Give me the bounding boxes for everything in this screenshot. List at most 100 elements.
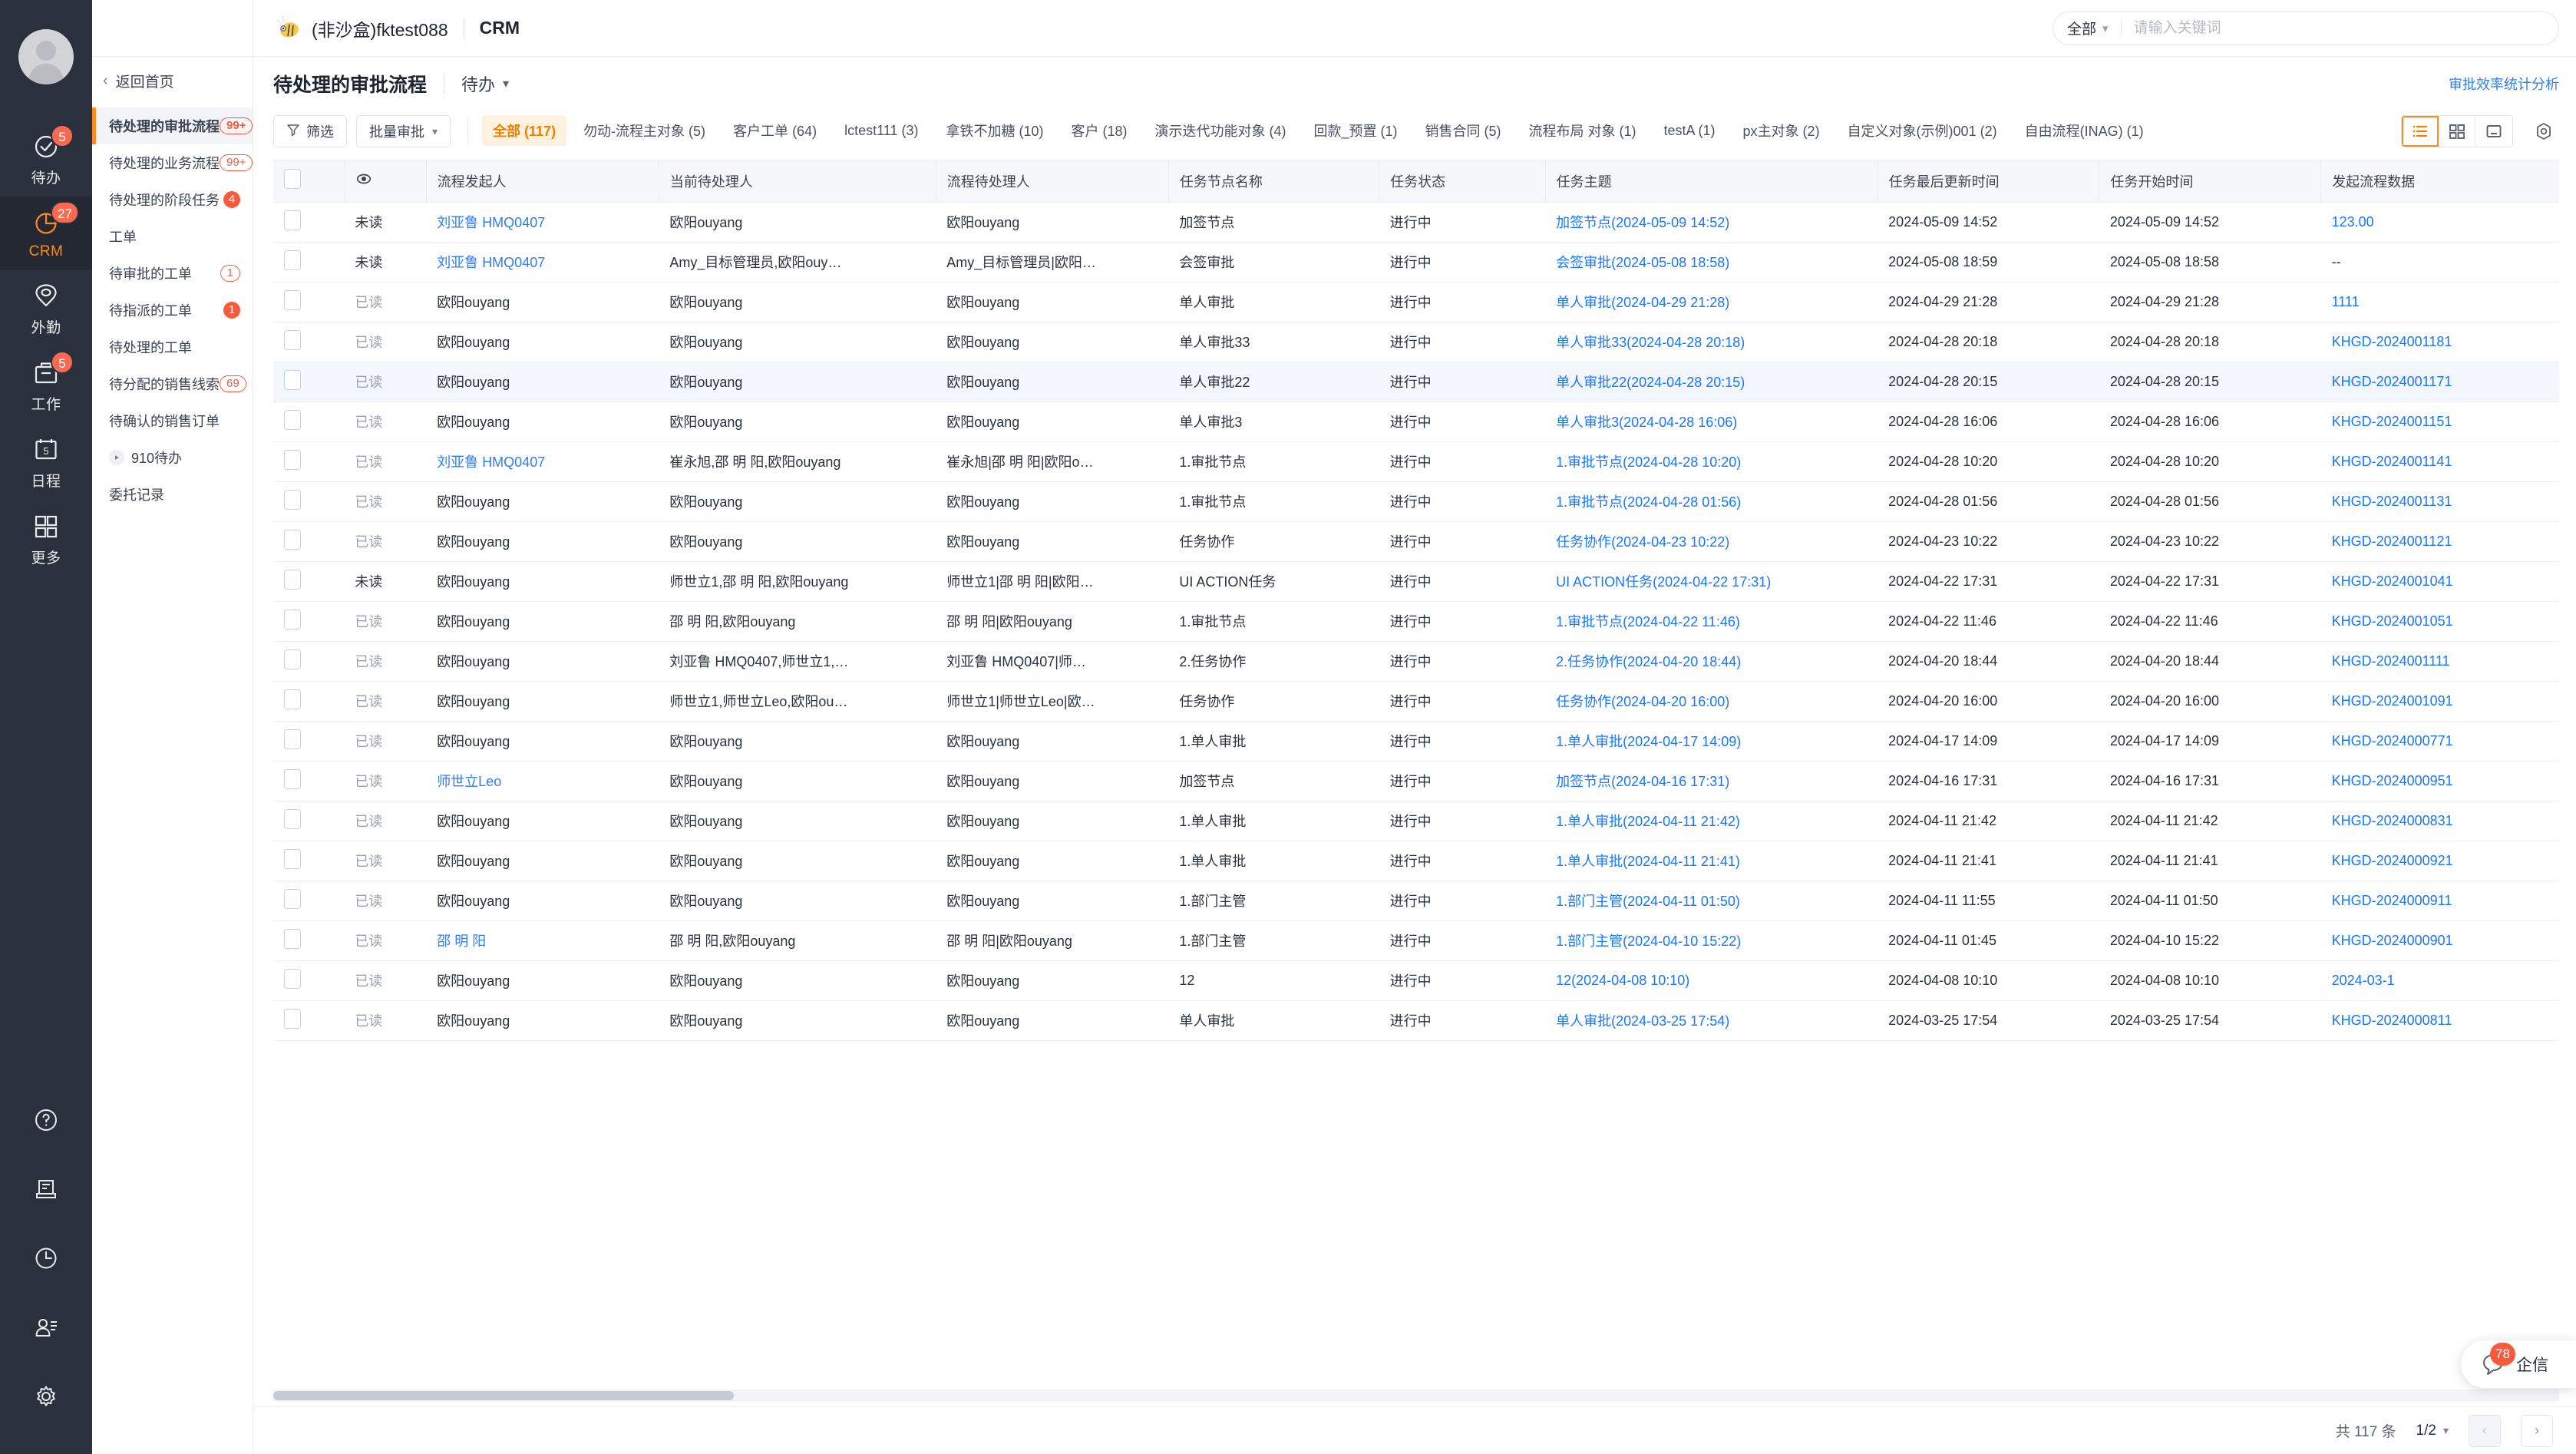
approval-efficiency-link[interactable]: 审批效率统计分析 xyxy=(2449,74,2559,94)
chip-3[interactable]: lctest111 (3) xyxy=(834,115,929,146)
table-row[interactable]: 已读 欧阳ouyang 欧阳ouyang 欧阳ouyang 单人审批3 进行中 单人审批3(… xyxy=(273,402,2559,442)
row-checkbox[interactable] xyxy=(284,729,301,749)
chip-8[interactable]: 销售合同 (5) xyxy=(1415,115,1512,146)
sidebar-item-orders-to-confirm[interactable]: 待确认的销售订单 xyxy=(92,402,253,439)
flow-data-link[interactable]: KHGD-2024001181 xyxy=(2332,334,2452,349)
flow-data-link[interactable]: KHGD-2024000901 xyxy=(2332,933,2453,948)
flow-data-link[interactable]: 2024-03-1 xyxy=(2332,973,2395,988)
task-subject-link[interactable]: 单人审批22(2024-04-28 20:15) xyxy=(1556,375,1745,390)
chip-13[interactable]: 自由流程(INAG) (1) xyxy=(2014,115,2155,146)
flow-data-link[interactable]: KHGD-2024000771 xyxy=(2332,733,2453,748)
initiator-link[interactable]: 刘亚鲁 HMQ0407 xyxy=(437,255,545,270)
task-subject-link[interactable]: 会签审批(2024-05-08 18:58) xyxy=(1556,255,1729,270)
row-checkbox[interactable] xyxy=(284,928,301,949)
flow-data-link[interactable]: KHGD-2024001131 xyxy=(2332,494,2452,509)
table-row[interactable]: 已读 欧阳ouyang 欧阳ouyang 欧阳ouyang 1.审批节点 进行中 1.审批节… xyxy=(273,481,2559,522)
table-row[interactable]: 已读 刘亚鲁 HMQ0407 崔永旭,邵 明 阳,欧阳ouyang 崔永旭|邵 明 阳… xyxy=(273,441,2559,482)
row-checkbox[interactable] xyxy=(284,609,301,630)
sidebar-item-pending-business-flow[interactable]: 待处理的业务流程 99+ xyxy=(92,144,253,181)
sidebar-item-leads-to-assign[interactable]: 待分配的销售线索 69 xyxy=(92,365,253,402)
table-row[interactable]: 已读 欧阳ouyang 师世立1,师世立Leo,欧阳ou… 师世立1|师世立Leo|欧… xyxy=(273,681,2559,722)
table-row[interactable]: 已读 欧阳ouyang 欧阳ouyang 欧阳ouyang 1.部门主管 进行中 1.部门主… xyxy=(273,881,2559,921)
task-subject-link[interactable]: 1.审批节点(2024-04-28 01:56) xyxy=(1556,494,1741,510)
row-checkbox[interactable] xyxy=(284,369,301,390)
initiator-link[interactable]: 邵 明 阳 xyxy=(437,934,486,949)
rail-item-field[interactable]: 外勤 xyxy=(0,269,92,346)
row-checkbox[interactable] xyxy=(284,289,301,310)
col-header-node[interactable]: 任务节点名称 xyxy=(1168,160,1380,203)
task-subject-link[interactable]: 1.审批节点(2024-04-28 10:20) xyxy=(1556,454,1741,470)
select-all-checkbox[interactable] xyxy=(284,169,301,190)
flow-data-link[interactable]: KHGD-2024001041 xyxy=(2332,573,2453,589)
initiator-link[interactable]: 师世立Leo xyxy=(437,774,501,789)
task-subject-link[interactable]: 1.单人审批(2024-04-11 21:41) xyxy=(1556,854,1740,869)
table-row[interactable]: 已读 欧阳ouyang 欧阳ouyang 欧阳ouyang 单人审批 进行中 单人审批(20… xyxy=(273,1000,2559,1041)
flow-data-link[interactable]: KHGD-2024000911 xyxy=(2332,893,2452,908)
search-input[interactable] xyxy=(2133,19,2545,37)
table-row[interactable]: 已读邵 明 阳邵 明 阳,欧阳ouyang 邵 明 阳|欧阳ouyang 1.部门主… xyxy=(273,920,2559,961)
col-header-subject[interactable]: 任务主题 xyxy=(1545,160,1878,203)
qixin-chat-fab[interactable]: 78 企信 xyxy=(2461,1340,2576,1388)
search-scope-select[interactable]: 全部 ▾ xyxy=(2067,18,2109,38)
flow-data-link[interactable]: KHGD-2024000811 xyxy=(2332,1013,2452,1028)
task-subject-link[interactable]: 任务协作(2024-04-23 10:22) xyxy=(1556,534,1729,550)
table-row[interactable]: 已读 欧阳ouyang 刘亚鲁 HMQ0407,师世立1,… 刘亚鲁 HMQ0407|… xyxy=(273,641,2559,682)
flow-data-link[interactable]: KHGD-2024001091 xyxy=(2332,693,2453,709)
flow-data-link[interactable]: KHGD-2024001171 xyxy=(2332,374,2452,389)
flow-data-link[interactable]: KHGD-2024001141 xyxy=(2332,454,2452,469)
row-checkbox[interactable] xyxy=(284,529,301,550)
chip-10[interactable]: testA (1) xyxy=(1653,115,1726,146)
row-checkbox[interactable] xyxy=(284,1008,301,1029)
task-subject-link[interactable]: 1.部门主管(2024-04-11 01:50) xyxy=(1556,894,1740,909)
clock-icon[interactable] xyxy=(0,1224,92,1293)
col-header-current[interactable]: 当前待处理人 xyxy=(659,160,936,203)
task-subject-link[interactable]: 12(2024-04-08 10:10) xyxy=(1556,973,1689,988)
flow-data-link[interactable]: KHGD-2024000921 xyxy=(2332,853,2453,868)
sidebar-item-pending-approval-flow[interactable]: 待处理的审批流程 99+ xyxy=(92,107,253,144)
initiator-link[interactable]: 刘亚鲁 HMQ0407 xyxy=(437,454,545,470)
sidebar-item-delegation-records[interactable]: 委托记录 xyxy=(92,476,253,513)
sidebar-group-910-todo[interactable]: 910待办 xyxy=(92,439,253,476)
task-subject-link[interactable]: 2.任务协作(2024-04-20 18:44) xyxy=(1556,654,1741,669)
back-home-button[interactable]: ‹ 返回首页 xyxy=(92,57,253,104)
chip-9[interactable]: 流程布局 对象 (1) xyxy=(1518,115,1647,146)
scrollbar-thumb[interactable] xyxy=(273,1391,734,1400)
flow-data-link[interactable]: KHGD-2024000951 xyxy=(2332,773,2453,788)
task-subject-link[interactable]: UI ACTION任务(2024-04-22 17:31) xyxy=(1556,574,1771,590)
flow-data-link[interactable]: KHGD-2024001111 xyxy=(2332,653,2450,669)
avatar[interactable] xyxy=(18,29,74,84)
sidebar-item-work-order-pending[interactable]: 待处理的工单 xyxy=(92,329,253,365)
batch-approve-button[interactable]: 批量审批 ▾ xyxy=(356,115,451,147)
row-checkbox[interactable] xyxy=(284,689,301,709)
split-view-button[interactable] xyxy=(2475,116,2512,147)
chip-5[interactable]: 客户 (18) xyxy=(1060,115,1138,146)
flow-data-link[interactable]: KHGD-2024000831 xyxy=(2332,813,2453,828)
sidebar-item-work-order-to-assign[interactable]: 待指派的工单 1 xyxy=(92,292,253,329)
table-row[interactable]: 未读 刘亚鲁 HMQ0407 欧阳ouyang 欧阳ouyang 加签节点 进行中 加签节点… xyxy=(273,202,2559,243)
chip-1[interactable]: 勿动-流程主对象 (5) xyxy=(573,115,716,146)
task-subject-link[interactable]: 单人审批(2024-03-25 17:54) xyxy=(1556,1013,1729,1029)
col-header-status[interactable]: 任务状态 xyxy=(1379,160,1546,203)
rail-item-more[interactable]: 更多 xyxy=(0,500,92,577)
sidebar-item-pending-stage-task[interactable]: 待处理的阶段任务 4 xyxy=(92,181,253,218)
row-checkbox[interactable] xyxy=(284,768,301,789)
row-checkbox[interactable] xyxy=(284,489,301,510)
table-row[interactable]: 已读 欧阳ouyang 邵 明 阳,欧阳ouyang 邵 明 阳|欧阳ouyang 1.… xyxy=(273,601,2559,642)
rail-item-calendar[interactable]: 5 日程 xyxy=(0,423,92,500)
filter-button[interactable]: 筛选 xyxy=(273,115,347,147)
rail-item-work[interactable]: 5 工作 xyxy=(0,346,92,423)
table-row[interactable]: 已读 师世立Leo 欧阳ouyang 欧阳ouyang 加签节点 进行中 加签节点(2024… xyxy=(273,761,2559,801)
table-row[interactable]: 已读 欧阳ouyang 欧阳ouyang 欧阳ouyang 单人审批33 进行中 单人审批3… xyxy=(273,322,2559,362)
gear-icon[interactable] xyxy=(0,1362,92,1431)
task-subject-link[interactable]: 1.审批节点(2024-04-22 11:46) xyxy=(1556,614,1740,630)
card-view-button[interactable] xyxy=(2439,116,2475,147)
task-subject-link[interactable]: 任务协作(2024-04-20 16:00) xyxy=(1556,694,1729,709)
page-selector[interactable]: 1/2 ▾ xyxy=(2416,1423,2449,1439)
row-checkbox[interactable] xyxy=(284,888,301,909)
task-subject-link[interactable]: 单人审批33(2024-04-28 20:18) xyxy=(1556,335,1745,350)
rail-item-todo[interactable]: 5 待办 xyxy=(0,120,92,197)
sidebar-item-work-order-to-approve[interactable]: 待审批的工单 1 xyxy=(92,255,253,292)
rail-item-crm[interactable]: 27 CRM xyxy=(0,197,92,269)
task-subject-link[interactable]: 加签节点(2024-04-16 17:31) xyxy=(1556,774,1729,789)
contacts-icon[interactable] xyxy=(0,1293,92,1362)
